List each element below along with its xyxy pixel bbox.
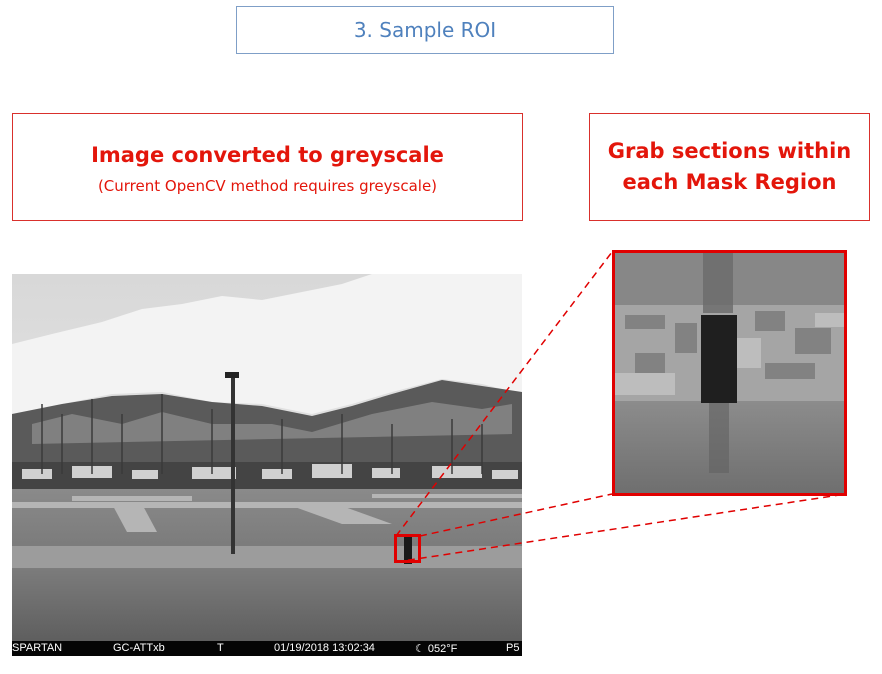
- zoomed-roi-section: [612, 250, 847, 496]
- connector-bottom: [395, 493, 847, 563]
- connector-top-right: [419, 493, 613, 537]
- connector-top-left: [395, 251, 613, 537]
- zoomed-roi-image: [615, 253, 844, 493]
